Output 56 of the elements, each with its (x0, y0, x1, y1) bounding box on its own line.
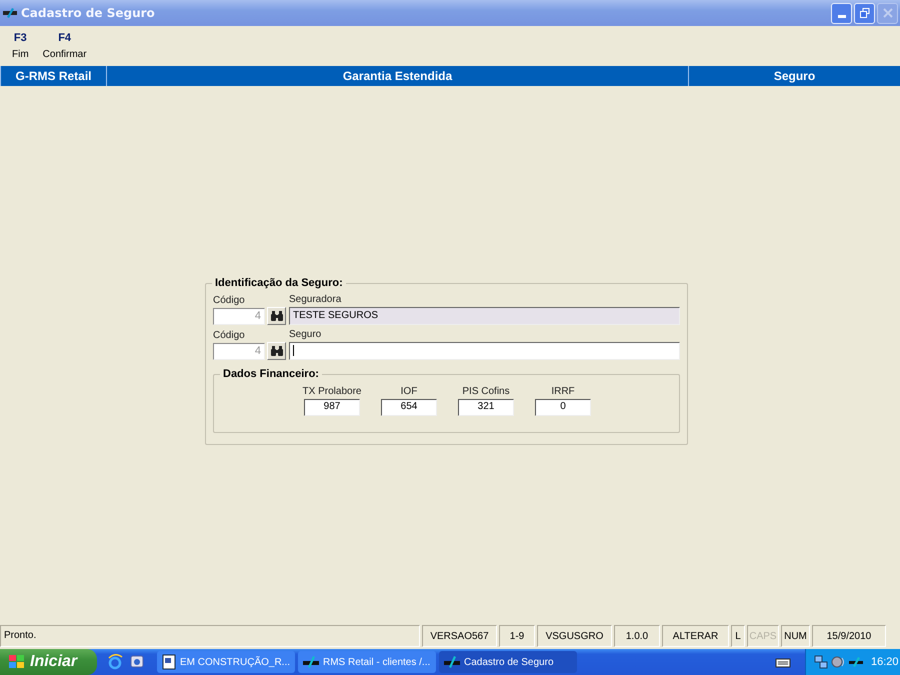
name-field[interactable] (289, 342, 680, 360)
status-panel: L (731, 625, 745, 647)
app-icon[interactable] (848, 656, 864, 668)
network-icon[interactable] (814, 655, 828, 669)
search-button[interactable] (267, 342, 286, 360)
binoculars-icon (270, 346, 284, 356)
restore-button[interactable] (854, 2, 875, 24)
app-icon (443, 655, 461, 669)
number-field[interactable]: 987 (304, 399, 360, 416)
binoculars-icon (270, 310, 284, 322)
desktop-icon[interactable] (129, 654, 145, 670)
field-label: IOF (400, 386, 418, 397)
name-field[interactable]: TESTE SEGUROS (289, 307, 680, 325)
taskbar-button[interactable]: RMS Retail - clientes /... (298, 651, 436, 673)
header-cell: Garantia Estendida (107, 66, 689, 86)
field-label: IRRF (551, 386, 575, 397)
group-title: Identificação da Seguro: (212, 277, 346, 289)
field-label: Seguro (289, 329, 322, 340)
close-icon (882, 8, 892, 18)
window-title: Cadastro de Seguro (21, 6, 155, 20)
field-label: Código (213, 295, 246, 306)
app-icon (302, 655, 320, 669)
status-panel: 15/9/2010 (812, 625, 886, 647)
search-button[interactable] (267, 307, 286, 325)
app-icon (2, 7, 18, 19)
header-cell-text: Seguro (772, 68, 816, 85)
status-panel: VERSAO567 (422, 625, 497, 647)
taskbar-button[interactable]: Cadastro de Seguro (439, 651, 577, 673)
minimize-icon (838, 15, 846, 18)
windows-logo-icon (8, 654, 26, 670)
status-panel: 1-9 (499, 625, 535, 647)
status-panel: VSGUSGRO (537, 625, 612, 647)
clock: 16:20 (871, 656, 899, 668)
toolbar-button[interactable]: F3 Fim (8, 26, 33, 66)
field-label: Seguradora (289, 294, 342, 305)
keyboard-icon[interactable] (775, 656, 791, 668)
status-panel: 1.0.0 (614, 625, 660, 647)
number-field[interactable]: 321 (458, 399, 514, 416)
restore-icon (860, 8, 870, 18)
minimize-button[interactable] (831, 2, 852, 24)
status-message: Pronto. (0, 625, 420, 647)
status-panel: ALTERAR (662, 625, 729, 647)
number-field[interactable]: 0 (535, 399, 591, 416)
header-cell: G-RMS Retail (0, 66, 107, 86)
browser-icon[interactable] (107, 654, 123, 670)
document-icon (161, 654, 177, 670)
status-panel: NUM (781, 625, 810, 647)
number-field[interactable]: 654 (381, 399, 437, 416)
field-label: TX Prolabore (302, 386, 362, 397)
taskbar-button[interactable]: EM CONSTRUÇÃO_R... (157, 651, 295, 673)
toolbar-button[interactable]: F4 Confirmar (38, 26, 91, 66)
start-button[interactable]: Iniciar (0, 649, 97, 675)
field-label: PIS Cofins (462, 386, 510, 397)
speaker-icon[interactable] (831, 655, 845, 669)
group-title: Dados Financeiro: (220, 368, 322, 380)
field-label: Código (213, 330, 246, 341)
